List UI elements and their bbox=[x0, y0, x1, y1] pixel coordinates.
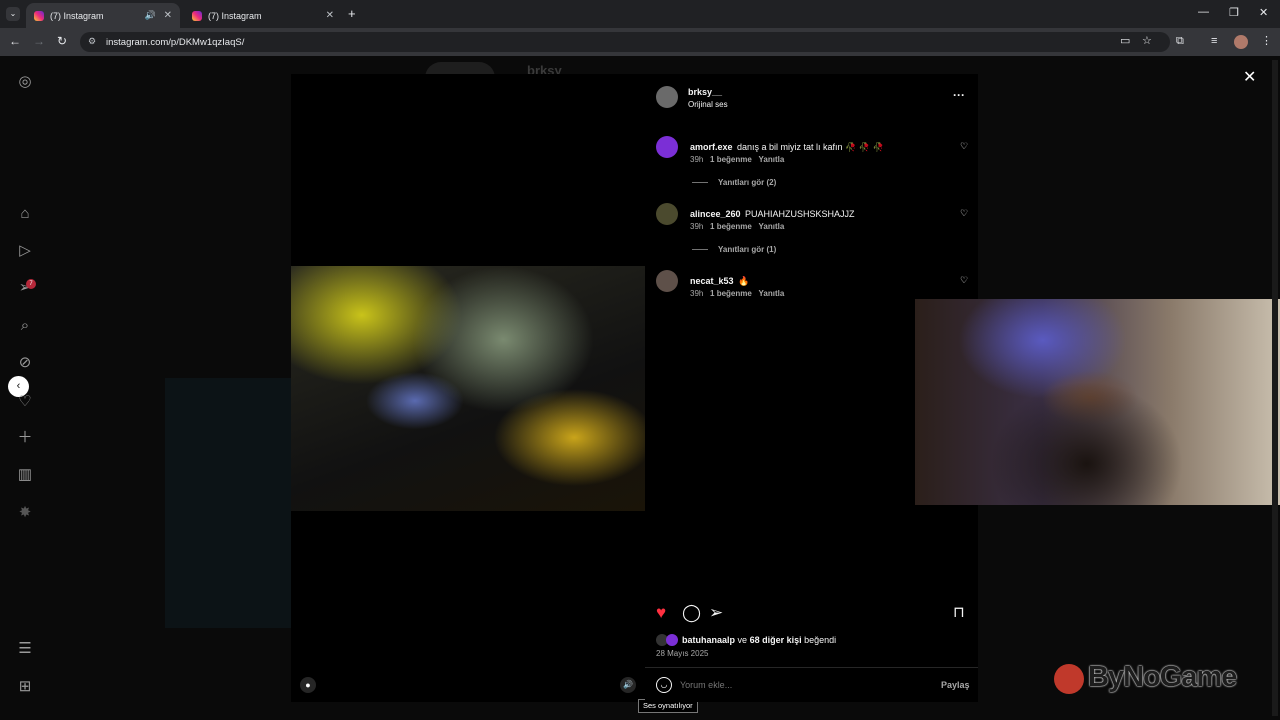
more-options-icon[interactable]: ··· bbox=[953, 88, 965, 102]
view-replies-button[interactable]: Yanıtları gör (2) bbox=[692, 178, 776, 187]
back-icon[interactable]: ← bbox=[9, 34, 21, 48]
tab-title: (7) Instagram bbox=[208, 10, 262, 21]
instagram-favicon-icon bbox=[192, 10, 202, 21]
close-window-button[interactable]: ✕ bbox=[1259, 6, 1268, 19]
comment-text: PUAHIAHZUSHSKSHAJJZ bbox=[745, 209, 855, 219]
audio-toggle-icon[interactable]: 🔊 bbox=[620, 677, 636, 693]
comment-username[interactable]: necat_k53 bbox=[690, 276, 734, 286]
tagged-users-icon[interactable]: ● bbox=[300, 677, 316, 693]
browser-menu-icon[interactable]: ⋮ bbox=[1261, 34, 1272, 48]
notification-badge: 7 bbox=[26, 279, 36, 289]
extensions-icon[interactable]: ⧉ bbox=[1176, 34, 1184, 48]
liked-by-others[interactable]: 68 diğer kişi bbox=[750, 635, 802, 645]
comment-body: alincee_260 PUAHIAHZUSHSKSHAJJZ bbox=[690, 204, 950, 222]
comment-time[interactable]: 39h bbox=[690, 289, 703, 298]
comment-avatar[interactable] bbox=[656, 270, 678, 292]
reload-icon[interactable]: ↻ bbox=[57, 34, 67, 48]
comment-text: danış a bil miyiz tat lı kafın 🥀 🥀 🥀 bbox=[736, 142, 884, 152]
comment-reply-button[interactable]: Yanıtla bbox=[759, 155, 785, 164]
share-icon[interactable]: ➢ bbox=[709, 603, 723, 623]
audio-playing-icon[interactable]: 🔊 bbox=[145, 10, 156, 21]
comment-icon[interactable]: ◯ bbox=[682, 603, 701, 623]
meta-icon[interactable]: ✸ bbox=[16, 504, 34, 522]
comment-time[interactable]: 39h bbox=[690, 222, 703, 231]
menu-icon[interactable]: ☰ bbox=[16, 640, 34, 658]
new-tab-button[interactable]: + bbox=[348, 6, 356, 21]
profile-avatar[interactable] bbox=[1234, 35, 1248, 49]
comment-like-icon[interactable]: ♡ bbox=[960, 141, 968, 152]
comment-time[interactable]: 39h bbox=[690, 155, 703, 164]
liked-by-user[interactable]: batuhanaalp bbox=[682, 635, 735, 645]
comment-likes[interactable]: 1 beğenme bbox=[710, 222, 752, 231]
comment-input[interactable] bbox=[680, 678, 920, 692]
comment-avatar[interactable] bbox=[656, 136, 678, 158]
liker-avatar bbox=[666, 634, 678, 646]
close-tab-icon[interactable]: ✕ bbox=[164, 10, 172, 21]
address-bar[interactable]: ⚙ instagram.com/p/DKMw1qzIaqS/ bbox=[80, 32, 1170, 52]
site-info-icon[interactable]: ⚙ bbox=[88, 36, 96, 47]
comment-body: amorf.exe danış a bil miyiz tat lı kafın… bbox=[690, 137, 950, 155]
create-icon[interactable]: ＋ bbox=[16, 429, 34, 447]
media-control-icon[interactable]: ≡ bbox=[1211, 34, 1217, 48]
webcam-overlay bbox=[915, 299, 1280, 505]
restore-button[interactable]: ❐ bbox=[1229, 6, 1239, 19]
reply-line bbox=[692, 182, 708, 184]
comment-body: necat_k53 🔥 bbox=[690, 271, 950, 289]
tab-instagram-2[interactable]: (7) Instagram ✕ bbox=[184, 3, 342, 28]
post-date[interactable]: 28 Mayıs 2025 bbox=[656, 649, 708, 658]
comment-likes[interactable]: 1 beğenme bbox=[710, 289, 752, 298]
close-post-icon[interactable]: ✕ bbox=[1243, 67, 1256, 87]
tab-instagram-1[interactable]: (7) Instagram 🔊 ✕ bbox=[26, 3, 180, 28]
forward-icon[interactable]: → bbox=[33, 34, 45, 48]
bookmark-star-icon[interactable]: ☆ bbox=[1142, 34, 1152, 48]
minimize-button[interactable]: — bbox=[1198, 6, 1209, 18]
comment-meta: 39h 1 beğenme Yanıtla bbox=[690, 155, 784, 164]
comment-avatar[interactable] bbox=[656, 203, 678, 225]
post-video[interactable] bbox=[291, 266, 645, 511]
instagram-icon[interactable]: ◎ bbox=[16, 73, 34, 91]
instagram-favicon-icon bbox=[34, 10, 44, 21]
dashboard-icon[interactable]: ▥ bbox=[16, 466, 34, 484]
author-avatar[interactable] bbox=[656, 86, 678, 108]
comment-username[interactable]: alincee_260 bbox=[690, 209, 741, 219]
comment-like-icon[interactable]: ♡ bbox=[960, 208, 968, 219]
home-icon[interactable]: ⌂ bbox=[16, 205, 34, 223]
watermark-logo: ByNoGame bbox=[1088, 661, 1237, 693]
liked-by-suffix: beğendi bbox=[804, 635, 837, 645]
page-scrollbar[interactable] bbox=[1272, 60, 1278, 716]
audio-label[interactable]: Orijinal ses bbox=[688, 100, 728, 109]
comment-like-icon[interactable]: ♡ bbox=[960, 275, 968, 286]
liked-by-text: batuhanaalp ve 68 diğer kişi beğendi bbox=[682, 635, 836, 645]
reply-line bbox=[692, 249, 708, 251]
save-bookmark-icon[interactable]: ⊓ bbox=[953, 603, 965, 621]
liked-by-connector: ve bbox=[737, 635, 748, 645]
comment-username[interactable]: amorf.exe bbox=[690, 142, 733, 152]
bynogame-logo-icon bbox=[1054, 664, 1084, 694]
reels-icon[interactable]: ▷ bbox=[16, 242, 34, 260]
comment-meta: 39h 1 beğenme Yanıtla bbox=[690, 289, 784, 298]
comment-meta: 39h 1 beğenme Yanıtla bbox=[690, 222, 784, 231]
comment-text: 🔥 bbox=[738, 276, 750, 286]
share-comment-button[interactable]: Paylaş bbox=[941, 680, 970, 690]
liked-by-avatars[interactable] bbox=[656, 634, 680, 646]
background-media bbox=[165, 378, 295, 628]
search-icon[interactable]: ⌕ bbox=[16, 317, 34, 335]
comment-reply-button[interactable]: Yanıtla bbox=[759, 289, 785, 298]
notifications-icon[interactable]: ♡ bbox=[16, 393, 34, 411]
close-tab-icon[interactable]: ✕ bbox=[326, 10, 334, 21]
author-username[interactable]: brksy__ bbox=[688, 87, 722, 97]
like-heart-icon[interactable]: ♥ bbox=[656, 603, 666, 623]
url-text: instagram.com/p/DKMw1qzIaqS/ bbox=[106, 36, 245, 48]
view-replies-button[interactable]: Yanıtları gör (1) bbox=[692, 245, 776, 254]
comment-reply-button[interactable]: Yanıtla bbox=[759, 222, 785, 231]
comment-likes[interactable]: 1 beğenme bbox=[710, 155, 752, 164]
more-icon[interactable]: ⊞ bbox=[16, 678, 34, 696]
tab-title: (7) Instagram bbox=[50, 10, 104, 21]
emoji-icon[interactable]: ◡ bbox=[656, 677, 672, 693]
browser-tab-bar: ⌄ (7) Instagram 🔊 ✕ (7) Instagram ✕ + — … bbox=[0, 0, 1280, 28]
comment-divider bbox=[645, 667, 978, 668]
tab-search-icon[interactable]: ⌄ bbox=[6, 7, 20, 21]
install-app-icon[interactable]: ▭ bbox=[1120, 34, 1130, 48]
explore-icon[interactable]: ⊘ bbox=[16, 354, 34, 372]
